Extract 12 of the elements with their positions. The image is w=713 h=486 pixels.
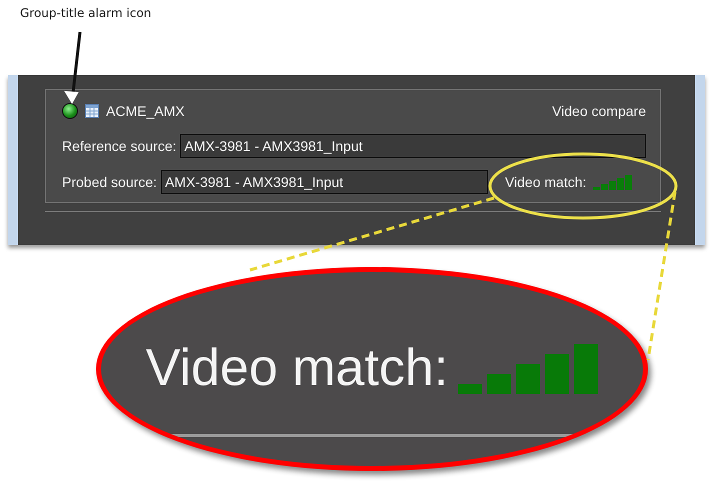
match-meter: [593, 174, 632, 190]
table-icon: [85, 104, 99, 118]
source-field[interactable]: AMX-3981 - AMX3981_Input: [160, 170, 488, 194]
zoom-match-label: Video match:: [146, 342, 448, 394]
match-label: Video match:: [504, 174, 586, 190]
field-label: Reference source:: [62, 138, 176, 154]
alarm-icon: [62, 103, 78, 119]
source-field[interactable]: AMX-3981 - AMX3981_Input: [180, 134, 646, 158]
group-title: ACME_AMX: [106, 103, 185, 119]
field-label: Probed source:: [62, 174, 157, 190]
annotation-label: Group-title alarm icon: [19, 5, 152, 22]
group-type: Video compare: [552, 103, 646, 119]
